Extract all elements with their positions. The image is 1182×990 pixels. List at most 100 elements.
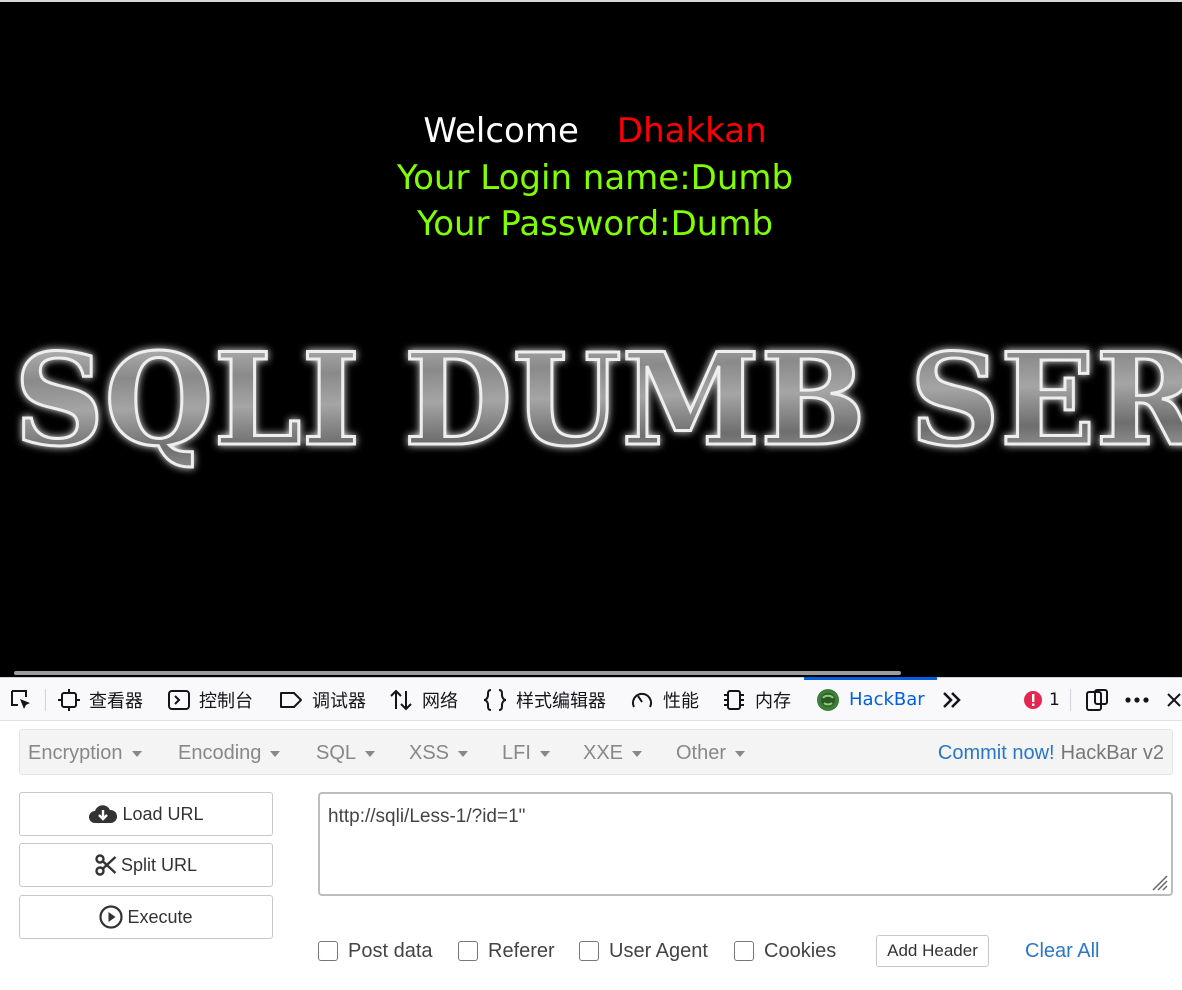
toolbar-separator [45, 689, 46, 711]
menu-label: Other [676, 741, 727, 764]
user-agent-checkbox[interactable] [579, 941, 599, 961]
welcome-line: Welcome Dhakkan [0, 108, 1182, 154]
hackbar-icon [817, 688, 839, 711]
sqli-dumb-series-banner: SQLI DUMB SERIES [13, 330, 1182, 476]
tab-label: HackBar [849, 689, 925, 710]
post-data-option[interactable]: Post data [318, 936, 433, 966]
url-input[interactable]: http://sqli/Less-1/?id=1" [320, 794, 1171, 894]
menu-label: XXE [583, 741, 624, 764]
inspector-icon [58, 688, 80, 711]
hackbar-version: HackBar v2 [1060, 741, 1164, 764]
clear-all-link[interactable]: Clear All [1025, 936, 1099, 966]
referer-checkbox[interactable] [458, 941, 478, 961]
tab-console[interactable]: 控制台 [168, 678, 253, 721]
password-line: Your Password:Dumb [416, 204, 774, 244]
element-picker-button[interactable] [8, 678, 43, 721]
post-data-checkbox[interactable] [318, 941, 338, 961]
console-icon [168, 689, 190, 710]
tab-performance[interactable]: 性能 [630, 678, 699, 721]
error-icon [1024, 690, 1042, 709]
cloud-download-icon [89, 805, 118, 823]
user-agent-label: User Agent [609, 939, 708, 962]
menu-encryption[interactable]: Encryption [28, 730, 142, 776]
cookies-option[interactable]: Cookies [734, 936, 836, 966]
welcome-name: Dhakkan [616, 111, 767, 151]
tab-label: 性能 [663, 690, 699, 712]
caret-down-icon [365, 751, 376, 757]
menu-sql[interactable]: SQL [316, 730, 376, 776]
caret-down-icon [270, 751, 281, 757]
commit-now-link[interactable]: Commit now! [938, 742, 1055, 765]
tab-label: 内存 [755, 690, 791, 712]
element-picker-icon [11, 689, 30, 709]
menu-label: XSS [409, 741, 450, 764]
tab-debugger[interactable]: 调试器 [279, 678, 366, 721]
post-data-label: Post data [348, 939, 433, 962]
browser-top-border [0, 0, 1182, 2]
menu-encoding[interactable]: Encoding [178, 730, 281, 776]
error-count-button[interactable]: 1 [1023, 678, 1060, 721]
hackbar-menu: Encryption Encoding SQL XSS LFI XXE Othe… [19, 729, 1173, 775]
tab-network[interactable]: 网络 [389, 678, 458, 721]
load-url-label: Load URL [122, 803, 204, 824]
split-url-button[interactable]: Split URL [19, 843, 273, 887]
add-header-button[interactable]: Add Header [876, 935, 989, 967]
caret-down-icon [131, 751, 142, 757]
menu-xxe[interactable]: XXE [583, 730, 643, 776]
chevron-double-right-icon [943, 691, 961, 708]
commit-info: Commit now! HackBar v2 [938, 730, 1164, 776]
more-options-button[interactable] [1124, 678, 1159, 721]
page-horizontal-scrollbar[interactable] [14, 671, 901, 675]
devtools-toolbar: 查看器 控制台 调试器 网络 样式编辑器 性能 内存 HackBar 1 [0, 677, 1182, 721]
resize-handle-icon[interactable] [1147, 870, 1169, 892]
responsive-design-icon [1086, 688, 1108, 711]
toolbar-separator [1070, 689, 1071, 711]
tab-label: 查看器 [89, 690, 143, 712]
style-editor-icon [483, 688, 507, 711]
cookies-checkbox[interactable] [734, 941, 754, 961]
responsive-design-button[interactable] [1085, 678, 1118, 721]
tab-hackbar[interactable]: HackBar [804, 677, 937, 721]
scissors-icon [95, 854, 117, 876]
menu-label: Encryption [28, 741, 123, 764]
tab-memory[interactable]: 内存 [722, 678, 791, 721]
caret-down-icon [632, 751, 643, 757]
error-count: 1 [1049, 689, 1060, 710]
login-name-line: Your Login name:Dumb [396, 158, 794, 198]
load-url-button[interactable]: Load URL [19, 792, 273, 836]
execute-label: Execute [127, 906, 193, 927]
tab-label: 控制台 [199, 690, 253, 712]
close-icon [1167, 692, 1181, 707]
page-viewport: Welcome Dhakkan Your Login name:Dumb Your… [0, 0, 1182, 677]
debugger-icon [280, 691, 302, 708]
caret-down-icon [539, 751, 550, 757]
play-circle-icon [99, 905, 124, 929]
welcome-label: Welcome [423, 111, 579, 151]
execute-button[interactable]: Execute [19, 895, 273, 939]
menu-other[interactable]: Other [676, 730, 746, 776]
tab-label: 网络 [422, 690, 458, 712]
tab-label: 样式编辑器 [516, 690, 606, 712]
referer-label: Referer [488, 939, 555, 962]
memory-icon [724, 689, 744, 710]
split-url-label: Split URL [120, 854, 198, 875]
menu-label: LFI [502, 741, 531, 764]
menu-lfi[interactable]: LFI [502, 730, 550, 776]
ellipsis-icon [1125, 696, 1149, 703]
cookies-label: Cookies [764, 939, 837, 962]
caret-down-icon [735, 751, 746, 757]
tab-style-editor[interactable]: 样式编辑器 [483, 678, 606, 721]
tab-label: 调试器 [312, 690, 366, 712]
network-icon [390, 689, 412, 710]
referer-option[interactable]: Referer [458, 936, 555, 966]
caret-down-icon [458, 751, 469, 757]
user-agent-option[interactable]: User Agent [579, 936, 708, 966]
more-tabs-button[interactable] [941, 678, 972, 721]
performance-icon [632, 692, 652, 707]
tab-inspector[interactable]: 查看器 [58, 678, 143, 721]
close-devtools-button[interactable] [1166, 678, 1182, 721]
menu-label: Encoding [178, 741, 262, 764]
url-textarea-container: http://sqli/Less-1/?id=1" [318, 792, 1173, 896]
menu-label: SQL [316, 741, 357, 764]
menu-xss[interactable]: XSS [409, 730, 469, 776]
